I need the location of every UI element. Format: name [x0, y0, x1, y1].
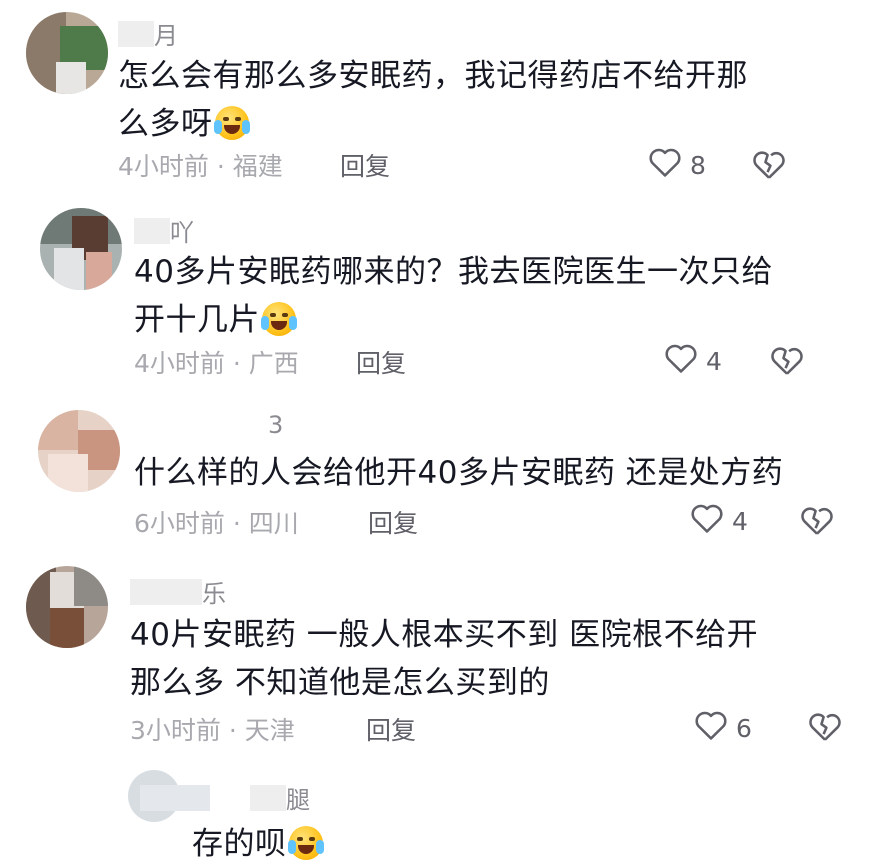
username[interactable]: 3	[268, 410, 283, 439]
reply-button[interactable]: 回复	[366, 711, 416, 747]
comment-text: 存的呗	[192, 820, 592, 868]
username[interactable]: 吖	[134, 213, 194, 248]
like-button[interactable]: 4	[690, 503, 748, 539]
comment-meta: 4小时前 · 广西	[134, 349, 299, 378]
comment-meta: 4小时前 · 福建	[118, 152, 283, 181]
like-count: 4	[706, 346, 722, 376]
like-count: 4	[732, 506, 748, 536]
like-button[interactable]: 6	[694, 710, 752, 746]
avatar[interactable]	[26, 566, 108, 648]
dislike-button[interactable]	[752, 148, 786, 182]
broken-heart-icon	[770, 347, 804, 382]
heart-icon	[690, 502, 724, 540]
comment-text: 怎么会有那么多安眠药，我记得药店不给开那 么多呀	[118, 58, 748, 142]
comment-text: 40片安眠药 一般人根本买不到 医院根不给开 那么多 不知道他是怎么买到的	[130, 617, 759, 701]
username[interactable]: 腿	[140, 780, 310, 815]
broken-heart-icon	[800, 507, 834, 542]
heart-icon	[694, 709, 728, 747]
crying-emoji	[261, 302, 297, 336]
avatar[interactable]	[26, 12, 108, 94]
heart-icon	[664, 342, 698, 380]
comment-text: 什么样的人会给他开40多片安眠药 还是处方药	[134, 455, 784, 491]
broken-heart-icon	[752, 151, 786, 186]
dislike-button[interactable]	[808, 710, 842, 744]
username[interactable]: 乐	[130, 574, 226, 609]
username[interactable]: 月	[118, 16, 178, 51]
avatar[interactable]	[40, 208, 122, 290]
like-button[interactable]: 8	[648, 147, 706, 183]
like-count: 8	[690, 150, 706, 180]
reply-button[interactable]: 回复	[368, 504, 418, 540]
comment-text: 40多片安眠药哪来的？我去医院医生一次只给 开十几片	[134, 254, 773, 338]
like-count: 6	[736, 713, 752, 743]
broken-heart-icon	[808, 713, 842, 748]
laughing-tears-emoji	[287, 826, 324, 860]
crying-laughing-emoji	[213, 106, 250, 140]
like-button[interactable]: 4	[664, 343, 722, 379]
dislike-button[interactable]	[770, 344, 804, 378]
reply-button[interactable]: 回复	[340, 147, 390, 183]
avatar[interactable]	[38, 410, 120, 492]
comment-meta: 6小时前 · 四川	[134, 509, 299, 538]
reply-button[interactable]: 回复	[356, 344, 406, 380]
heart-icon	[648, 146, 682, 184]
dislike-button[interactable]	[800, 504, 834, 538]
comment-meta: 3小时前 · 天津	[130, 716, 295, 745]
